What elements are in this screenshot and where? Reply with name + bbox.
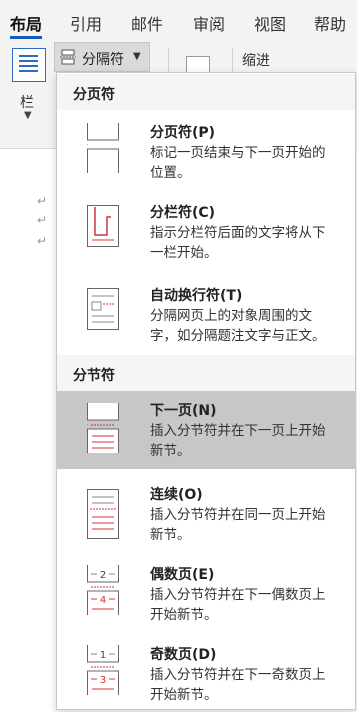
- breaks-button[interactable]: 分隔符 ▼: [54, 42, 150, 72]
- even-page-title: 偶数页(E): [150, 567, 215, 583]
- section-breaks-header: 分节符: [57, 355, 355, 391]
- odd-page-icon: 1 3: [87, 645, 119, 695]
- paragraph-mark: ↵: [37, 234, 48, 248]
- svg-text:1: 1: [100, 650, 106, 661]
- continuous-description: 插入分节符并在同一页上开始 新节。: [150, 507, 326, 543]
- paragraph-mark: ↵: [37, 213, 48, 227]
- tab-layout[interactable]: 布局: [10, 11, 42, 35]
- column-break-item[interactable]: 分栏符(C) 指示分栏符后面的文字将从下 一栏开始。: [57, 193, 355, 265]
- page-breaks-header: 分页符: [57, 74, 355, 110]
- indent-label: 缩进: [242, 53, 270, 69]
- tab-review[interactable]: 审阅: [193, 11, 225, 35]
- text-wrapping-break-title: 自动换行符(T): [150, 288, 243, 304]
- svg-text:3: 3: [100, 675, 106, 686]
- tab-view[interactable]: 视图: [254, 11, 286, 35]
- page-break-description: 标记一页结束与下一页开始的 位置。: [150, 145, 326, 181]
- continuous-icon: [87, 489, 119, 539]
- svg-text:4: 4: [100, 595, 106, 606]
- page-break-item[interactable]: 分页符(P) 标记一页结束与下一页开始的 位置。: [57, 113, 355, 181]
- odd-page-item[interactable]: 1 3 奇数页(D) 插入分节符并在下一奇数页上 开始新节。: [57, 635, 355, 709]
- even-page-item[interactable]: 2 4 偶数页(E) 插入分节符并在下一偶数页上 开始新节。: [57, 555, 355, 633]
- svg-text:2: 2: [100, 570, 106, 581]
- tab-references[interactable]: 引用: [70, 11, 102, 35]
- page-break-title: 分页符(P): [150, 125, 216, 141]
- tab-help[interactable]: 帮助: [314, 11, 346, 35]
- text-wrapping-break-item[interactable]: 自动换行符(T) 分隔网页上的对象周围的文 字，如分隔题注文字与正文。: [57, 276, 355, 348]
- columns-icon[interactable]: [12, 48, 46, 82]
- breaks-button-label: 分隔符: [82, 52, 124, 68]
- even-page-icon: 2 4: [87, 565, 119, 615]
- active-tab-indicator: [10, 36, 42, 39]
- odd-page-description: 插入分节符并在下一奇数页上 开始新节。: [150, 667, 326, 703]
- chevron-down-icon[interactable]: ▼: [24, 110, 32, 121]
- breaks-icon: [60, 49, 76, 65]
- odd-page-title: 奇数页(D): [150, 647, 217, 663]
- continuous-item[interactable]: 连续(O) 插入分节符并在同一页上开始 新节。: [57, 475, 355, 553]
- text-wrapping-break-icon: [87, 288, 119, 330]
- breaks-dropdown-menu: 分页符 分页符(P) 标记一页结束与下一页开始的 位置。 分栏符(C) 指示分栏符…: [56, 72, 356, 710]
- even-page-description: 插入分节符并在下一偶数页上 开始新节。: [150, 587, 326, 623]
- next-page-icon: [87, 403, 119, 453]
- next-page-description: 插入分节符并在下一页上开始 新节。: [150, 423, 326, 459]
- page-break-icon: [87, 123, 119, 173]
- next-page-title: 下一页(N): [150, 403, 217, 419]
- ribbon-tab-bar: 布局 引用 邮件 审阅 视图 帮助: [0, 0, 357, 40]
- column-break-icon: [87, 205, 119, 247]
- text-wrapping-break-description: 分隔网页上的对象周围的文 字，如分隔题注文字与正文。: [150, 308, 326, 344]
- next-page-item[interactable]: 下一页(N) 插入分节符并在下一页上开始 新节。: [57, 391, 355, 469]
- tab-mailings[interactable]: 邮件: [131, 11, 163, 35]
- columns-button-label[interactable]: 栏: [20, 92, 34, 112]
- continuous-title: 连续(O): [150, 487, 203, 503]
- chevron-down-icon: ▼: [133, 51, 141, 62]
- column-break-description: 指示分栏符后面的文字将从下 一栏开始。: [150, 225, 326, 261]
- column-break-title: 分栏符(C): [150, 205, 216, 221]
- paragraph-mark: ↵: [37, 194, 48, 208]
